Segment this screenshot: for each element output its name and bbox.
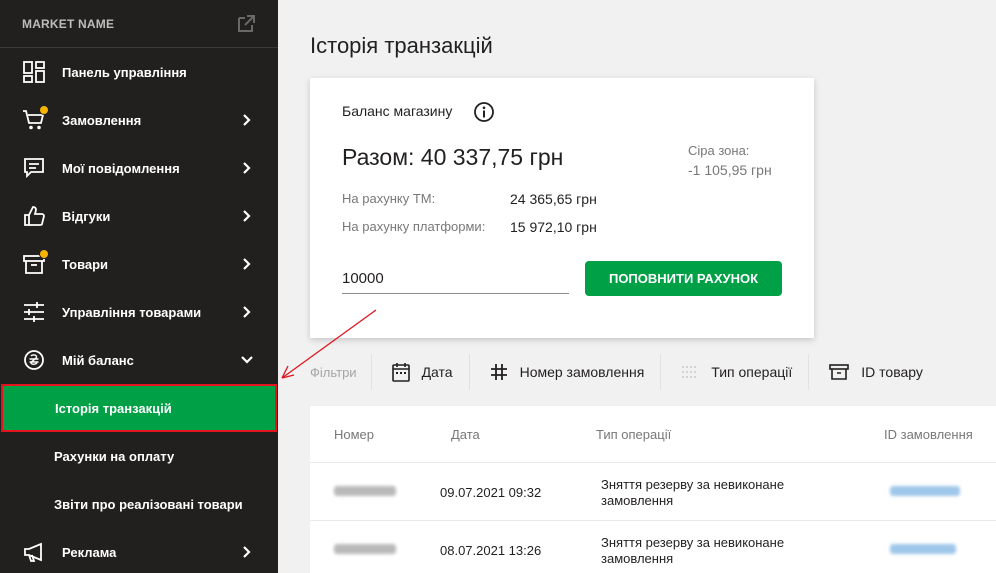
gray-zone-value: -1 105,95 грн [688,162,772,178]
sidebar-item-label: Відгуки [62,208,111,224]
sidebar-header: MARKET NAME [0,0,278,48]
balance-total: Разом: 40 337,75 грн [342,144,564,170]
redacted-order-id[interactable] [890,486,960,496]
page-title: Історія транзакцій [310,33,493,58]
filter-product-id-label: ID товару [861,364,923,380]
dashboard-icon [22,60,46,84]
chevron-right-icon [243,210,251,222]
balance-label: Баланс магазину [342,103,453,119]
row-type: Зняття резерву за невиконане [601,477,785,492]
message-icon [22,156,46,180]
megaphone-icon [22,540,46,564]
redacted-number [334,486,396,496]
sidebar-item-label: Мої повідомлення [62,160,180,176]
redacted-number [334,544,396,554]
sidebar-item-messages[interactable]: Мої повідомлення [0,144,278,192]
external-link-icon[interactable] [236,14,256,34]
column-header: Дата [451,427,480,442]
cart-icon [22,105,49,132]
thumbs-up-icon [22,204,46,228]
filters-bar: Фільтри Дата Номер замовлення Тип операц… [310,352,939,392]
hash-icon [490,364,507,380]
sidebar: MARKET NAME Панель управління Замовлення… [0,0,278,573]
sidebar-subitem-invoices[interactable]: Рахунки на оплату [0,432,278,480]
gray-zone-label: Сіра зона: [688,143,750,158]
list-icon [682,366,699,378]
sidebar-subitem-transaction-history[interactable]: Історія транзакцій [1,384,277,432]
sidebar-item-product-management[interactable]: Управління товарами [0,288,278,336]
row-type-cont: замовлення [601,493,674,508]
chevron-right-icon [243,114,251,126]
info-icon[interactable] [473,101,495,123]
sidebar-subitem-sales-reports[interactable]: Звіти про реалізовані товари [0,480,278,528]
hryvnia-coin-icon [22,348,46,372]
sidebar-item-label: Реклама [62,544,117,560]
column-header: Тип операції [596,427,672,442]
calendar-icon [391,363,410,382]
filter-date[interactable]: Дата [372,362,469,382]
row-type: Зняття резерву за невиконане [601,535,785,550]
filter-date-label: Дата [421,364,453,380]
sidebar-item-orders[interactable]: Замовлення [0,96,278,144]
row-date: 09.07.2021 09:32 [440,485,542,500]
table-row[interactable]: 08.07.2021 13:26 Зняття резерву за невик… [310,520,996,573]
column-header: Номер [334,427,375,442]
transactions-table: Номер Дата Тип операції ID замовлення 09… [310,406,996,573]
notification-badge [39,249,49,259]
chevron-right-icon [243,258,251,270]
chevron-right-icon [243,162,251,174]
chevron-right-icon [243,306,251,318]
notification-badge [39,105,49,115]
filter-operation-type-label: Тип операції [711,364,793,380]
platform-account-label: На рахунку платформи: [342,219,486,234]
sidebar-item-reviews[interactable]: Відгуки [0,192,278,240]
platform-account-value: 15 972,10 грн [510,219,597,235]
sidebar-item-label: Замовлення [62,112,142,128]
tm-account-label: На рахунку ТМ: [342,191,436,206]
sidebar-item-label: Товари [62,256,109,272]
market-name: MARKET NAME [22,16,115,31]
topup-amount-input[interactable] [342,264,569,294]
sidebar-item-label: Управління товарами [62,304,202,320]
box-icon [22,249,49,276]
filter-operation-type[interactable]: Тип операції [661,364,808,380]
sliders-icon [22,300,46,324]
row-type-cont: замовлення [601,551,674,566]
filter-order-number-label: Номер замовлення [519,364,645,380]
filters-label: Фільтри [310,364,357,380]
sidebar-item-advertising[interactable]: Реклама [0,528,278,573]
filter-order-number[interactable]: Номер замовлення [470,363,661,381]
chevron-right-icon [243,546,251,558]
redacted-order-id[interactable] [890,544,956,554]
filter-product-id[interactable]: ID товару [809,363,939,381]
topup-button[interactable]: ПОПОВНИТИ РАХУНОК [585,261,782,296]
sidebar-item-dashboard[interactable]: Панель управління [0,48,278,96]
sidebar-item-my-balance[interactable]: Мій баланс [0,336,278,384]
sidebar-item-products[interactable]: Товари [0,240,278,288]
row-date: 08.07.2021 13:26 [440,543,542,558]
tm-account-value: 24 365,65 грн [510,191,597,207]
sidebar-item-label: Мій баланс [62,352,134,368]
table-row[interactable]: 09.07.2021 09:32 Зняття резерву за невик… [310,462,996,519]
box-icon [829,364,850,380]
column-header: ID замовлення [884,427,973,442]
chevron-down-icon [241,356,253,364]
balance-card: Баланс магазину Разом: 40 337,75 грн Сір… [310,78,814,338]
sidebar-item-label: Панель управління [62,64,187,80]
